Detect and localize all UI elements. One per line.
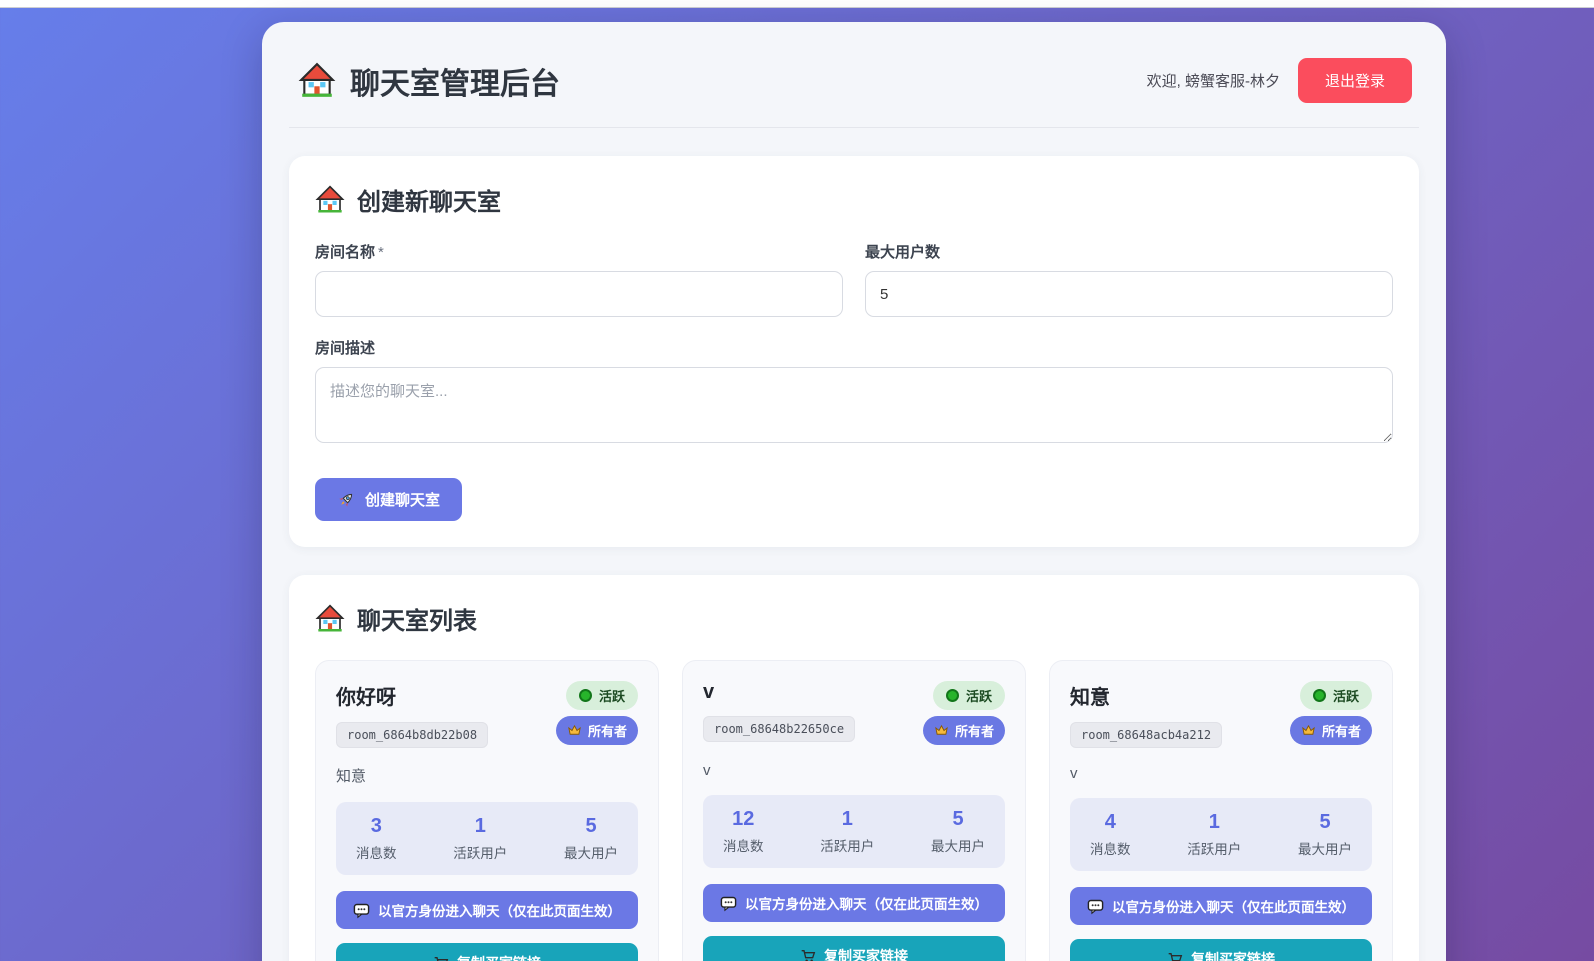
active-badge: 活跃 (933, 681, 1005, 710)
owner-badge: 所有者 (1290, 716, 1372, 745)
room-list-section: 聊天室列表 你好呀 room_6864b8db22b08 活跃 (289, 575, 1419, 961)
speech-balloon-icon (1087, 898, 1104, 915)
active-users-count: 1 (453, 815, 507, 838)
cart-icon (433, 955, 449, 961)
room-id: room_68648b22650ce (703, 716, 855, 742)
header-divider (289, 127, 1419, 128)
max-users-input[interactable] (865, 271, 1393, 317)
create-room-title-text: 创建新聊天室 (357, 182, 501, 217)
logout-button[interactable]: 退出登录 (1298, 58, 1412, 103)
copy-buyer-link-button[interactable]: 复制买家链接 (703, 936, 1005, 961)
room-description: 知意 (336, 765, 638, 786)
owner-badge: 所有者 (556, 716, 638, 745)
room-description: v (703, 762, 1005, 779)
room-stats: 3 消息数 1 活跃用户 5 最大用户 (336, 802, 638, 875)
room-card: v room_68648b22650ce 活跃 所有者 (682, 660, 1026, 961)
room-name: 知意 (1070, 681, 1222, 710)
crown-icon (1301, 723, 1316, 738)
welcome-text: 欢迎, 螃蟹客服-林夕 (1147, 70, 1280, 91)
header-right: 欢迎, 螃蟹客服-林夕 退出登录 (1147, 58, 1412, 103)
active-badge: 活跃 (566, 681, 638, 710)
create-room-title: 创建新聊天室 (315, 182, 1393, 217)
messages-count: 4 (1090, 811, 1131, 834)
admin-panel: 聊天室管理后台 欢迎, 螃蟹客服-林夕 退出登录 创建新聊天室 房间名称* (262, 22, 1446, 961)
create-room-button-label: 创建聊天室 (365, 489, 440, 510)
max-users-count: 5 (564, 815, 618, 838)
create-room-button[interactable]: 创建聊天室 (315, 478, 462, 521)
active-users-count: 1 (1187, 811, 1241, 834)
messages-count: 3 (356, 815, 397, 838)
room-name: 你好呀 (336, 681, 488, 710)
room-id: room_6864b8db22b08 (336, 722, 488, 748)
room-list-title: 聊天室列表 (315, 601, 1393, 636)
page-title: 聊天室管理后台 (298, 59, 560, 103)
copy-buyer-link-button[interactable]: 复制买家链接 (1070, 939, 1372, 961)
crown-icon (567, 723, 582, 738)
room-name-input[interactable] (315, 271, 843, 317)
house-icon (298, 62, 336, 100)
crown-icon (934, 723, 949, 738)
max-users-field-group: 最大用户数 (865, 241, 1393, 317)
house-icon (315, 604, 345, 634)
green-dot-icon (1313, 689, 1326, 702)
rocket-icon (337, 491, 355, 509)
green-dot-icon (946, 689, 959, 702)
room-stats: 12 消息数 1 活跃用户 5 最大用户 (703, 795, 1005, 868)
required-mark: * (378, 244, 384, 261)
room-name-field-group: 房间名称* (315, 241, 843, 317)
create-room-section: 创建新聊天室 房间名称* 最大用户数 房间描述 (289, 156, 1419, 547)
cart-icon (1167, 951, 1183, 961)
speech-balloon-icon (720, 895, 737, 912)
header: 聊天室管理后台 欢迎, 螃蟹客服-林夕 退出登录 (262, 22, 1446, 127)
max-users-count: 5 (1298, 811, 1352, 834)
max-users-label: 最大用户数 (865, 241, 1393, 262)
room-name: v (703, 681, 855, 704)
room-list-title-text: 聊天室列表 (357, 601, 477, 636)
owner-badge: 所有者 (923, 716, 1005, 745)
create-room-form: 房间名称* 最大用户数 (315, 241, 1393, 317)
room-description-textarea[interactable] (315, 367, 1393, 443)
enter-chat-button[interactable]: 以官方身份进入聊天（仅在此页面生效） (336, 891, 638, 929)
room-id: room_68648acb4a212 (1070, 722, 1222, 748)
room-description-field-group: 房间描述 (315, 337, 1393, 448)
room-card: 知意 room_68648acb4a212 活跃 所有者 (1049, 660, 1393, 961)
messages-count: 12 (723, 808, 764, 831)
room-description-label: 房间描述 (315, 337, 1393, 358)
max-users-count: 5 (931, 808, 985, 831)
room-name-label: 房间名称* (315, 241, 843, 262)
room-description: v (1070, 765, 1372, 782)
room-stats: 4 消息数 1 活跃用户 5 最大用户 (1070, 798, 1372, 871)
browser-chrome-strip (0, 0, 1594, 8)
page-title-text: 聊天室管理后台 (350, 59, 560, 103)
copy-buyer-link-button[interactable]: 复制买家链接 (336, 943, 638, 961)
active-badge: 活跃 (1300, 681, 1372, 710)
speech-balloon-icon (353, 902, 370, 919)
room-card: 你好呀 room_6864b8db22b08 活跃 所有者 (315, 660, 659, 961)
cart-icon (800, 948, 816, 961)
enter-chat-button[interactable]: 以官方身份进入聊天（仅在此页面生效） (703, 884, 1005, 922)
green-dot-icon (579, 689, 592, 702)
rooms-grid: 你好呀 room_6864b8db22b08 活跃 所有者 (315, 660, 1393, 961)
enter-chat-button[interactable]: 以官方身份进入聊天（仅在此页面生效） (1070, 887, 1372, 925)
house-icon (315, 185, 345, 215)
active-users-count: 1 (820, 808, 874, 831)
